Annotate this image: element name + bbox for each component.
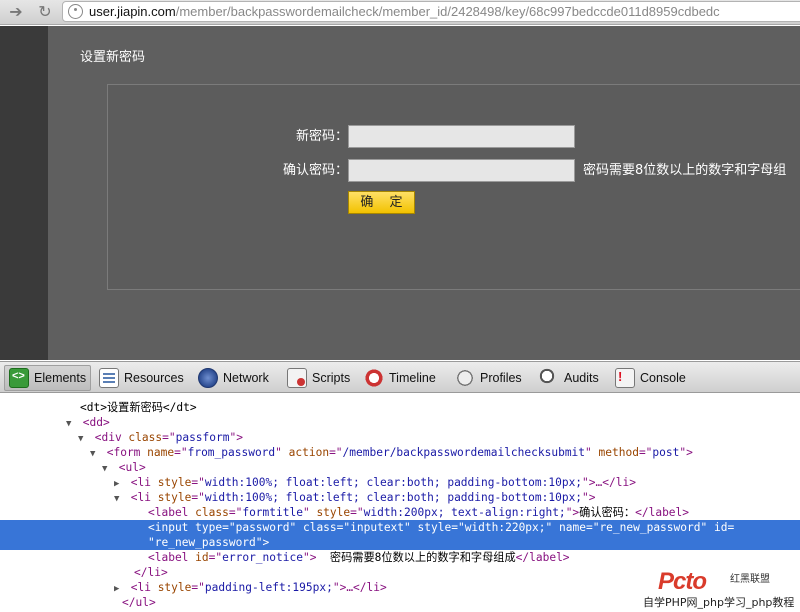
audits-icon xyxy=(539,368,559,388)
error-notice: 密码需要8位数以上的数字和字母组 xyxy=(583,163,787,178)
tab-network[interactable]: Network xyxy=(194,365,273,391)
tab-scripts[interactable]: Scripts xyxy=(283,365,354,391)
forward-arrow-icon[interactable]: ➔ xyxy=(6,2,26,22)
tab-timeline-label: Timeline xyxy=(389,371,436,385)
tab-profiles-label: Profiles xyxy=(480,371,522,385)
left-sidebar-strip xyxy=(0,26,48,360)
source-line[interactable]: ▼ <form name="from_password" action="/me… xyxy=(0,445,800,460)
tab-audits-label: Audits xyxy=(564,371,599,385)
tab-profiles[interactable]: Profiles xyxy=(451,365,526,391)
source-line[interactable]: ▼ <ul> xyxy=(0,460,800,475)
confirm-password-row: 确认密码： 密码需要8位数以上的数字和字母组 xyxy=(108,159,800,183)
source-line[interactable]: <dt>设置新密码</dt> xyxy=(0,400,800,415)
watermark-text: 自学PHP网_php学习_php教程 xyxy=(640,594,800,610)
page-title: 设置新密码 xyxy=(80,50,146,65)
console-icon xyxy=(615,368,635,388)
url-path: /member/backpasswordemailcheck/member_id… xyxy=(175,4,720,19)
submit-button[interactable]: 确 定 xyxy=(348,191,415,214)
source-line[interactable]: ▼ <li style="width:100%; float:left; cle… xyxy=(0,490,800,505)
profiles-icon xyxy=(455,368,475,388)
watermark: Pcto 红黑联盟 自学PHP网_php学习_php教程 xyxy=(640,566,800,612)
tab-audits[interactable]: Audits xyxy=(535,365,603,391)
globe-icon xyxy=(68,4,83,19)
timeline-icon xyxy=(364,368,384,388)
reload-icon[interactable]: ↻ xyxy=(35,2,55,22)
source-line[interactable]: ▼ <div class="passform"> xyxy=(0,430,800,445)
source-line[interactable]: ▶ <li style="width:100%; float:left; cle… xyxy=(0,475,800,490)
tab-timeline[interactable]: Timeline xyxy=(360,365,440,391)
tab-console[interactable]: Console xyxy=(611,365,690,391)
confirm-password-label: 确认密码： xyxy=(282,163,348,178)
new-password-input[interactable] xyxy=(348,125,575,148)
scripts-icon xyxy=(287,368,307,388)
source-line[interactable]: <label class="formtitle" style="width:20… xyxy=(0,505,800,520)
tab-network-label: Network xyxy=(223,371,269,385)
source-line[interactable]: <label id="error_notice"> 密码需要8位数以上的数字和字… xyxy=(0,550,800,565)
new-password-row: 新密码： xyxy=(108,125,800,149)
page-viewport: 设置新密码 新密码： 确认密码： 密码需要8位数以上的数字和字母组 确 定 xyxy=(0,26,800,360)
url-host: user.jiapin.com xyxy=(89,4,176,19)
new-password-label: 新密码： xyxy=(295,129,348,144)
source-line[interactable]: <input type="password" class="inputext" … xyxy=(0,520,800,535)
resources-icon xyxy=(99,368,119,388)
source-line[interactable]: ▼ <dd> xyxy=(0,415,800,430)
network-icon xyxy=(198,368,218,388)
url-text: user.jiapin.com/member/backpasswordemail… xyxy=(89,4,720,19)
tab-scripts-label: Scripts xyxy=(312,371,351,385)
watermark-logo-cn: 红黑联盟 xyxy=(730,574,770,585)
password-form: 新密码： 确认密码： 密码需要8位数以上的数字和字母组 确 定 xyxy=(107,84,800,290)
tab-resources[interactable]: Resources xyxy=(95,365,188,391)
tab-console-label: Console xyxy=(640,371,686,385)
watermark-logo: Pcto xyxy=(658,568,707,595)
tab-resources-label: Resources xyxy=(124,371,184,385)
devtools-tabbar: Elements Resources Network Scripts Timel… xyxy=(0,361,800,393)
confirm-password-input[interactable] xyxy=(348,159,575,182)
browser-toolbar: ➔ ↻ user.jiapin.com/member/backpassworde… xyxy=(0,0,800,25)
address-bar[interactable]: user.jiapin.com/member/backpasswordemail… xyxy=(62,1,800,22)
source-line[interactable]: "re_new_password"> xyxy=(0,535,800,550)
elements-icon xyxy=(9,368,29,388)
tab-elements-label: Elements xyxy=(34,371,87,385)
tab-elements[interactable]: Elements xyxy=(4,365,92,391)
